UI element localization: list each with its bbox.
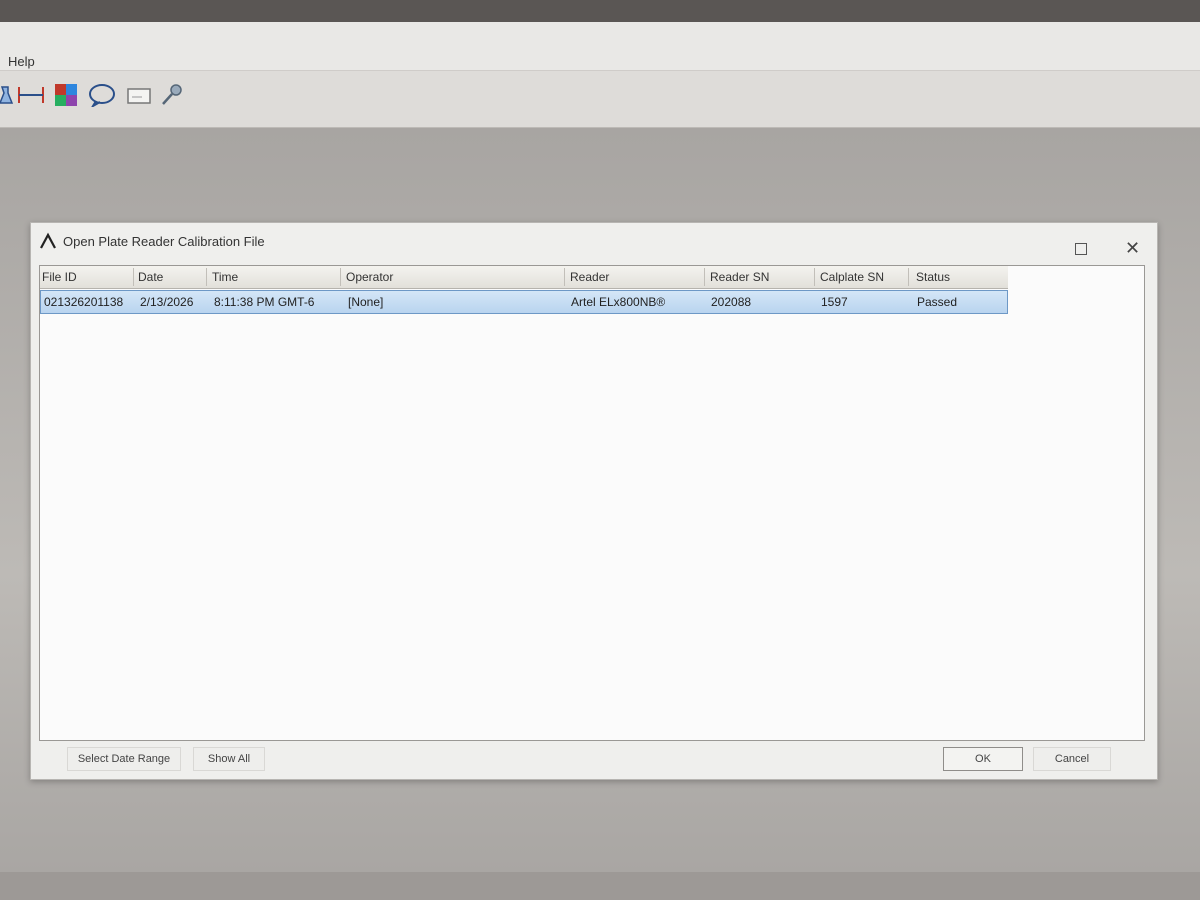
pin-icon[interactable] (160, 83, 184, 107)
menu-help[interactable]: Help (8, 54, 35, 69)
cell-status: Passed (917, 295, 958, 309)
color-grid-icon[interactable] (54, 83, 78, 107)
dialog-titlebar[interactable]: Open Plate Reader Calibration File ✕ (31, 223, 1157, 259)
cell-operator: [None] (348, 295, 384, 309)
column-divider[interactable] (814, 268, 815, 286)
column-header-status[interactable]: Status (916, 270, 950, 284)
menu-bar: Help (0, 22, 1200, 71)
select-date-range-button[interactable]: Select Date Range (67, 747, 181, 771)
measure-icon[interactable] (16, 83, 46, 107)
cell-reader: Artel ELx800NB® (571, 295, 666, 309)
column-divider[interactable] (133, 268, 134, 286)
column-header-calplate-sn[interactable]: Calplate SN (820, 270, 884, 284)
column-divider[interactable] (206, 268, 207, 286)
monitor-bezel-top (0, 0, 1200, 22)
monitor-bezel-bottom (0, 872, 1200, 900)
cell-reader-sn: 202088 (711, 295, 752, 309)
cell-time: 8:11:38 PM GMT-6 (214, 295, 315, 309)
toolbar (0, 71, 1200, 128)
ok-button[interactable]: OK (943, 747, 1023, 771)
column-divider[interactable] (564, 268, 565, 286)
column-divider[interactable] (908, 268, 909, 286)
column-header-reader[interactable]: Reader (570, 270, 609, 284)
column-header-file-id[interactable]: File ID (42, 270, 77, 284)
cancel-button[interactable]: Cancel (1033, 747, 1111, 771)
speech-bubble-icon[interactable] (88, 83, 116, 107)
column-divider[interactable] (340, 268, 341, 286)
show-all-button[interactable]: Show All (193, 747, 265, 771)
column-header-time[interactable]: Time (212, 270, 238, 284)
column-divider[interactable] (704, 268, 705, 286)
column-header-date[interactable]: Date (138, 270, 163, 284)
close-icon[interactable]: ✕ (1125, 239, 1140, 257)
cell-calplate-sn: 1597 (821, 295, 848, 309)
list-header: File ID Date Time Operator Reader Reader… (40, 266, 1008, 289)
rectangle-icon[interactable] (126, 83, 154, 107)
table-row[interactable]: 021326201138 2/13/2026 8:11:38 PM GMT-6 … (40, 290, 1008, 314)
cell-date: 2/13/2026 (140, 295, 194, 309)
column-header-operator[interactable]: Operator (346, 270, 393, 284)
app-logo-icon (40, 232, 56, 249)
cell-file-id: 021326201138 (44, 295, 124, 309)
calibration-file-list[interactable]: File ID Date Time Operator Reader Reader… (39, 265, 1145, 741)
column-header-reader-sn[interactable]: Reader SN (710, 270, 769, 284)
calibration-file-dialog: Open Plate Reader Calibration File ✕ Fil… (30, 222, 1158, 780)
dialog-title: Open Plate Reader Calibration File (63, 234, 265, 249)
maximize-icon[interactable] (1075, 243, 1087, 255)
